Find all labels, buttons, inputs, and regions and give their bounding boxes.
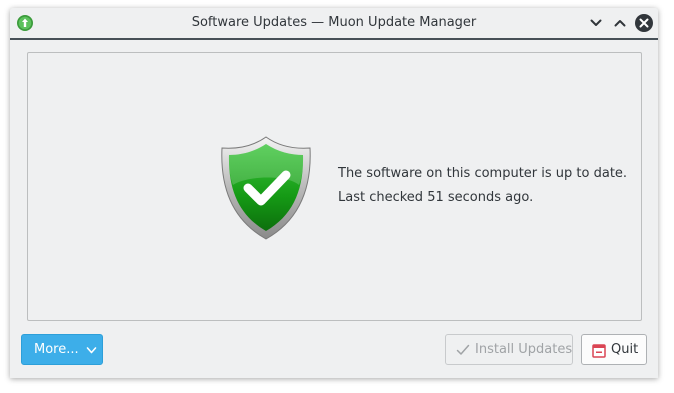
maximize-button[interactable] [610,13,630,33]
more-button-label: More... [34,342,79,357]
checkmark-icon [456,344,470,355]
status-message: The software on this computer is up to d… [338,166,628,181]
title-bar[interactable]: Software Updates — Muon Update Manager [10,8,658,40]
more-button[interactable]: More... [21,334,103,365]
quit-button[interactable]: Quit [581,334,647,365]
window-title: Software Updates — Muon Update Manager [191,15,477,30]
chevron-down-icon [590,19,602,26]
close-icon [635,14,653,32]
chevron-up-icon [614,20,626,27]
quit-label: Quit [611,342,639,357]
quit-icon [592,344,606,358]
last-checked-text: Last checked 51 seconds ago. [338,190,534,205]
close-button[interactable] [634,13,654,33]
minimize-button[interactable] [586,13,606,33]
status-panel: The software on this computer is up to d… [27,52,642,321]
install-updates-button[interactable]: Install Updates [445,334,573,365]
install-updates-label: Install Updates [475,342,573,357]
update-manager-window: Software Updates — Muon Update Manager T… [10,8,658,378]
chevron-down-icon [86,347,97,354]
shield-check-icon [221,136,311,240]
